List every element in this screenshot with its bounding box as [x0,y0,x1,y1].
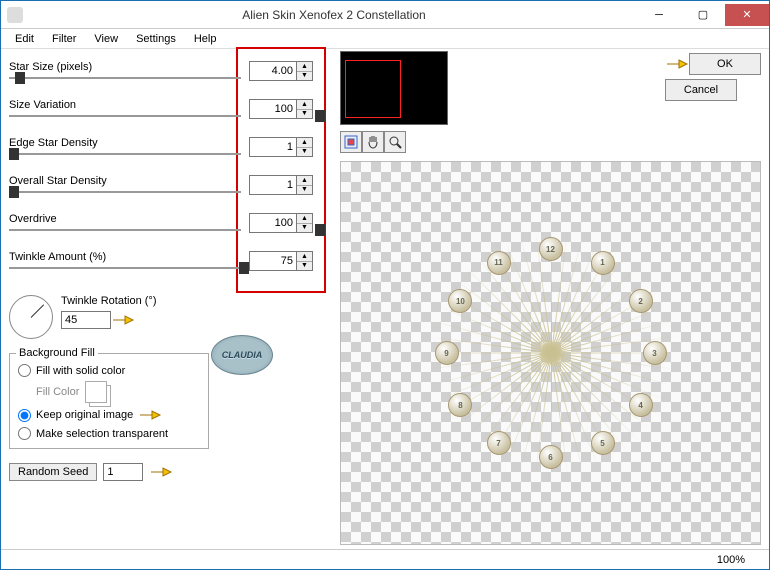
star-size-slider[interactable] [9,77,241,79]
overall-density-label: Overall Star Density [9,175,107,187]
size-variation-input[interactable] [249,99,297,119]
overdrive-label: Overdrive [9,213,57,225]
pointer-hand-icon [138,407,162,423]
close-button[interactable]: ✕ [725,4,769,26]
radio-fill-solid[interactable]: Fill with solid color [18,364,200,377]
twinkle-amount-up[interactable]: ▲ [297,252,312,262]
pan-hand-button[interactable] [362,131,384,153]
star-size-spinner: ▲▼ [249,61,313,81]
size-variation-up[interactable]: ▲ [297,100,312,110]
zoom-button[interactable] [384,131,406,153]
star-size-input[interactable] [249,61,297,81]
twinkle-rotation-input[interactable] [61,311,111,329]
edge-density-input[interactable] [249,137,297,157]
edge-density-up[interactable]: ▲ [297,138,312,148]
radio-make-transparent[interactable]: Make selection transparent [18,427,200,440]
fill-color-swatch[interactable] [85,381,107,403]
overdrive-thumb[interactable] [315,224,325,236]
app-icon [7,7,23,23]
cancel-button[interactable]: Cancel [665,79,737,101]
twinkle-amount-down[interactable]: ▼ [297,262,312,271]
overall-density-input[interactable] [249,175,297,195]
watermark-badge: CLAUDIA [211,335,273,375]
edge-density-down[interactable]: ▼ [297,148,312,157]
menu-filter[interactable]: Filter [44,31,84,47]
ok-button[interactable]: OK [689,53,761,75]
random-seed-button[interactable]: Random Seed [9,463,97,481]
size-variation-slider[interactable] [9,115,241,117]
param-star-size: Star Size (pixels) ▲▼ [9,61,328,93]
overall-density-slider[interactable] [9,191,241,193]
pointer-hand-icon [149,464,173,480]
twinkle-amount-label: Twinkle Amount (%) [9,251,106,263]
size-variation-down[interactable]: ▼ [297,110,312,119]
menu-edit[interactable]: Edit [7,31,42,47]
overall-density-up[interactable]: ▲ [297,176,312,186]
twinkle-amount-input[interactable] [249,251,297,271]
preview-image: 121234567891011 [421,223,681,483]
overdrive-input[interactable] [249,213,297,233]
twinkle-rotation-dial[interactable] [9,295,53,339]
edge-density-label: Edge Star Density [9,137,98,149]
twinkle-rotation-label: Twinkle Rotation (°) [61,295,157,307]
param-overall-density: Overall Star Density ▲▼ [9,175,328,207]
zoom-readout: 100% [717,554,745,566]
radio-keep-original[interactable]: Keep original image [18,407,200,423]
edge-density-slider[interactable] [9,153,241,155]
minimize-button[interactable]: ─ [637,4,681,26]
overall-density-down[interactable]: ▼ [297,186,312,195]
size-variation-thumb[interactable] [315,110,325,122]
preview-canvas[interactable]: 121234567891011 [340,161,761,545]
overall-density-thumb[interactable] [9,186,19,198]
navigator-thumbnail[interactable] [340,51,448,125]
star-size-down[interactable]: ▼ [297,72,312,81]
edge-density-thumb[interactable] [9,148,19,160]
menu-settings[interactable]: Settings [128,31,184,47]
zoom-fit-button[interactable] [340,131,362,153]
navigator-viewport-rect[interactable] [345,60,401,118]
menu-help[interactable]: Help [186,31,225,47]
background-fill-label: Background Fill [16,347,98,359]
menu-view[interactable]: View [86,31,126,47]
param-overdrive: Overdrive ▲▼ [9,213,328,245]
param-size-variation: Size Variation ▲▼ [9,99,328,131]
twinkle-amount-slider[interactable] [9,267,241,269]
maximize-button[interactable]: ▢ [681,4,725,26]
param-twinkle-amount: Twinkle Amount (%) ▲▼ [9,251,328,283]
background-fill-group: Background Fill Fill with solid color Fi… [9,353,209,449]
overdrive-up[interactable]: ▲ [297,214,312,224]
random-seed-input[interactable] [103,463,143,481]
overdrive-slider[interactable] [9,229,241,231]
window-title: Alien Skin Xenofex 2 Constellation [31,8,637,22]
star-size-thumb[interactable] [15,72,25,84]
overdrive-down[interactable]: ▼ [297,224,312,233]
star-size-up[interactable]: ▲ [297,62,312,72]
twinkle-amount-thumb[interactable] [239,262,249,274]
fill-color-row: Fill Color [36,381,200,403]
param-edge-density: Edge Star Density ▲▼ [9,137,328,169]
pointer-hand-icon [111,312,135,328]
pointer-hand-icon [665,56,689,72]
size-variation-label: Size Variation [9,99,76,111]
